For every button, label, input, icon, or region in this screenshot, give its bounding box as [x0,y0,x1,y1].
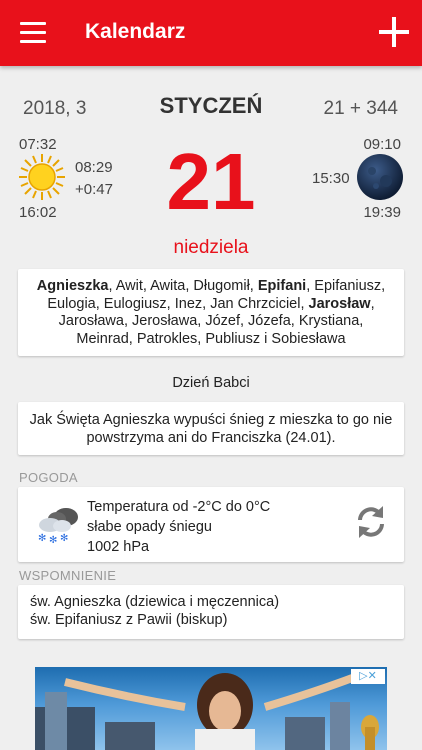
memorial-line: św. Agnieszka (dziewica i męczennica) [30,594,280,610]
weather-temperature: Temperatura od -2°C do 0°C [87,499,271,515]
refresh-icon[interactable] [352,503,390,541]
weekday: niedziela [173,237,249,258]
weather-pressure: 1002 hPa [87,539,150,555]
ad-image [35,673,379,750]
name-day-highlight: Jarosław [308,295,371,312]
moon-phase-time: 15:30 [312,170,350,187]
name-day-text: , Awit, Awita, Długomił, [108,278,258,294]
memorial-line: św. Epifaniusz z Pawii (biskup) [30,611,228,628]
app-title: Kalendarz [85,20,186,43]
name-day-highlight: Epifani [257,278,307,294]
name-days-card: Agnieszka, Awit, Awita, Długomił, Epifan… [18,269,404,356]
svg-text:✻: ✻ [49,535,57,545]
memorial-section-label: WSPOMNIENIE [19,568,117,583]
weather-card: ✻ ✻ ✻ Temperatura od -2°C do 0°C słabe opa… [18,487,404,562]
menu-icon[interactable] [20,22,46,44]
svg-text:✻: ✻ [38,533,46,544]
holiday-label: Dzień Babci [172,375,250,391]
proverb-card: Jak Święta Agnieszka wypuści śnieg z mie… [18,402,404,455]
moon-icon [357,154,403,200]
moonset-time: 19:39 [363,204,401,221]
ad-banner[interactable]: ▷✕ [35,667,387,750]
memorial-card: św. Agnieszka (dziewica i męczennica) św… [18,585,404,639]
day-count: 21 + 344 [323,98,399,119]
weather-conditions: słabe opady śniegu [87,519,212,535]
weather-section-label: POGODA [19,470,78,485]
add-icon[interactable] [377,15,411,49]
svg-text:✻: ✻ [60,533,68,544]
moonrise-time: 09:10 [363,136,401,153]
name-day-highlight: Agnieszka [36,278,109,294]
snow-cloud-icon: ✻ ✻ ✻ [38,508,78,545]
ad-choices-close-icon[interactable]: ▷✕ [351,669,385,684]
app-bar: Kalendarz [0,0,422,66]
